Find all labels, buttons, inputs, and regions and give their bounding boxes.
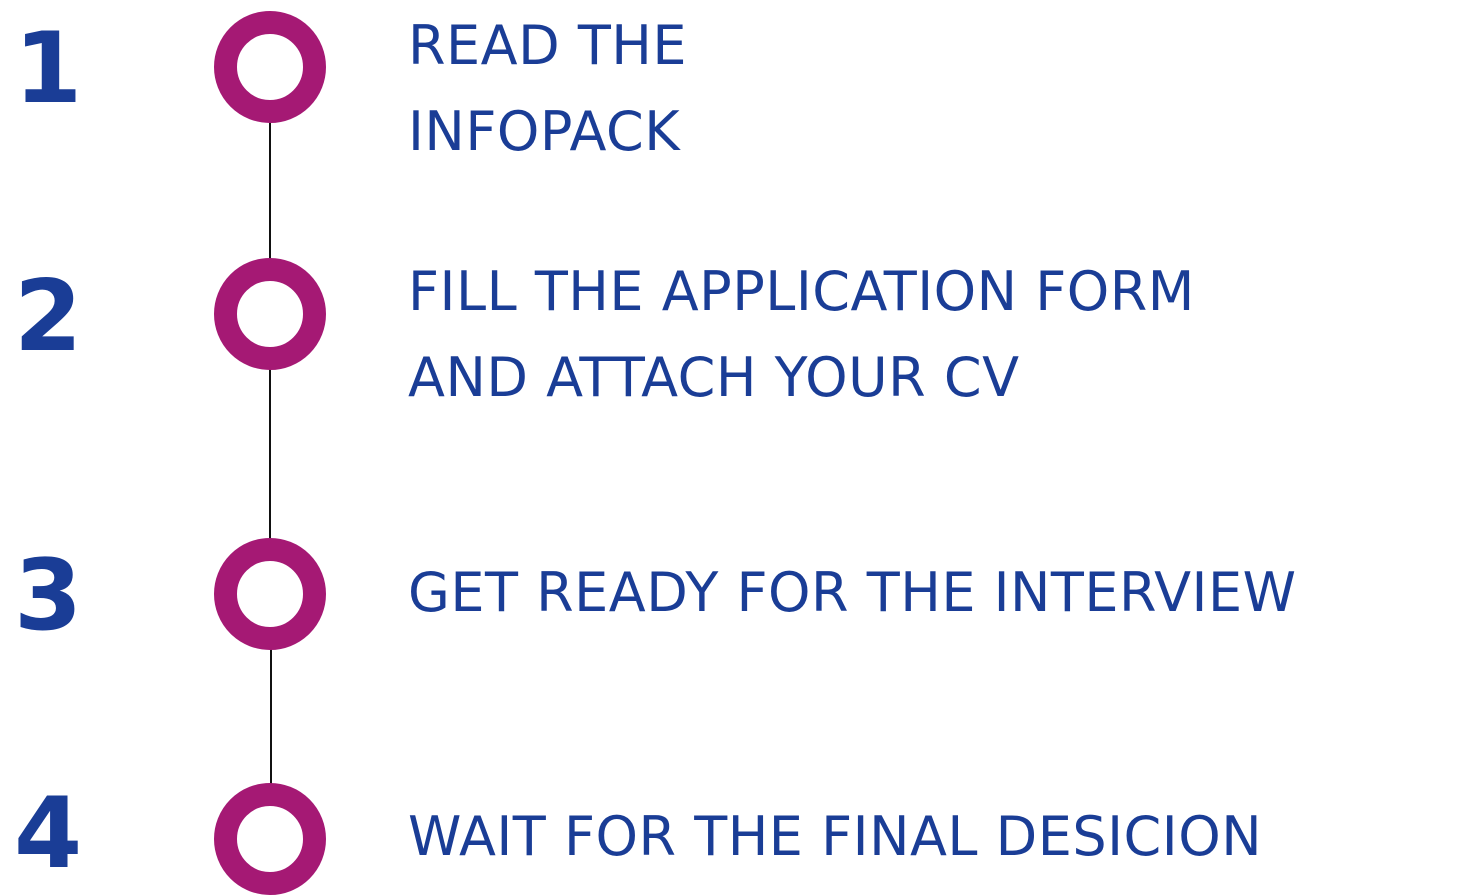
step-circle-icon xyxy=(214,11,326,123)
step-number: 3 xyxy=(14,539,83,653)
step-label-line: GET READY FOR THE INTERVIEW xyxy=(408,561,1297,624)
connector-1-2 xyxy=(269,110,271,270)
step-label: FILL THE APPLICATION FORM AND ATTACH YOU… xyxy=(408,249,1195,421)
step-label-line: FILL THE APPLICATION FORM xyxy=(408,260,1195,323)
connector-2-3 xyxy=(269,360,271,550)
step-label-line: WAIT FOR THE FINAL DESICION xyxy=(408,805,1263,868)
step-label: READ THE INFOPACK xyxy=(408,3,687,175)
step-label-line: READ THE xyxy=(408,14,688,77)
connector-3-4 xyxy=(270,640,272,800)
step-label: WAIT FOR THE FINAL DESICION xyxy=(408,794,1262,880)
step-circle-icon xyxy=(214,538,326,650)
step-number: 4 xyxy=(14,777,83,891)
step-label: GET READY FOR THE INTERVIEW xyxy=(408,550,1296,636)
step-number: 1 xyxy=(14,12,83,126)
step-circle-icon xyxy=(214,258,326,370)
step-label-line: INFOPACK xyxy=(408,100,681,163)
step-label-line: AND ATTACH YOUR CV xyxy=(408,346,1020,409)
step-number: 2 xyxy=(14,260,83,374)
step-circle-icon xyxy=(214,783,326,895)
